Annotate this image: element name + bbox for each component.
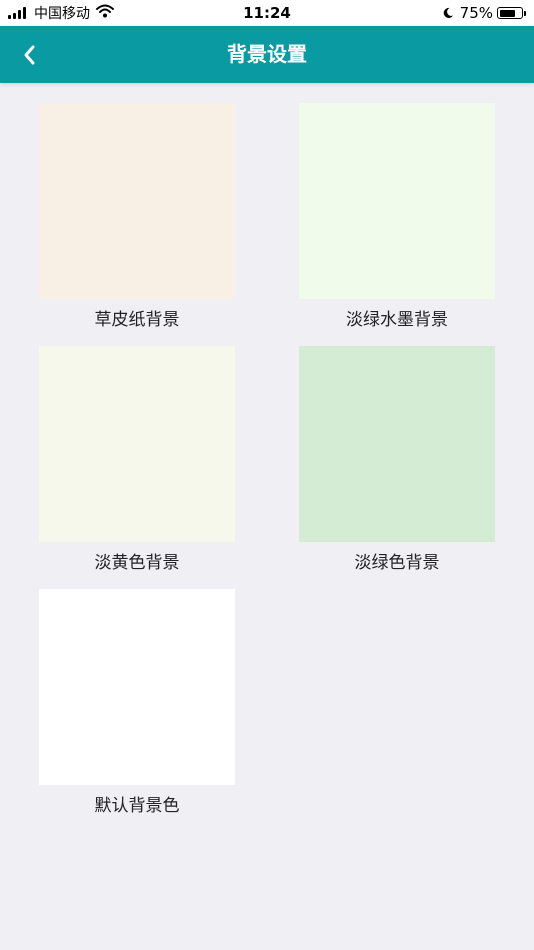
background-label: 草皮纸背景 [94,310,180,330]
moon-icon [442,7,454,19]
background-option-light-green-ink[interactable]: 淡绿水墨背景 [299,103,495,341]
background-option-light-green[interactable]: 淡绿色背景 [299,346,495,584]
background-swatch[interactable] [39,589,235,785]
page-title: 背景设置 [227,42,307,66]
background-label: 淡黄色背景 [94,553,180,573]
background-swatch[interactable] [299,346,495,542]
status-bar: 中国移动 11:24 75% [0,0,534,26]
background-label: 淡绿水墨背景 [346,310,448,330]
nav-bar: 背景设置 [0,26,534,83]
background-option-light-yellow[interactable]: 淡黄色背景 [39,346,235,584]
battery-percent: 75% [459,4,493,22]
background-option-kraft-paper[interactable]: 草皮纸背景 [39,103,235,341]
background-label: 淡绿色背景 [354,553,440,573]
background-label: 默认背景色 [94,796,180,816]
background-swatch[interactable] [39,346,235,542]
status-right: 75% [442,4,526,22]
background-swatch[interactable] [39,103,235,299]
battery-icon [497,7,523,19]
battery-fill [499,9,515,17]
background-swatch[interactable] [299,103,495,299]
background-option-default[interactable]: 默认背景色 [39,589,235,827]
battery-cap [524,10,526,16]
